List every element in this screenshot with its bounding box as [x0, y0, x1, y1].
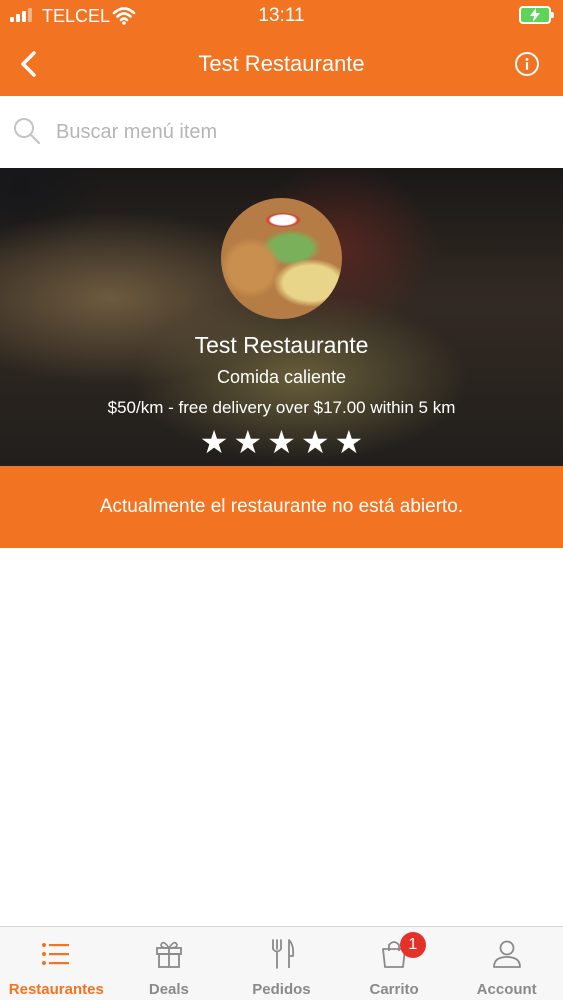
tab-label: Carrito: [369, 981, 419, 998]
status-bar: TELCEL 13:11: [0, 0, 563, 32]
tab-account[interactable]: Account: [450, 927, 563, 1000]
battery-icon: [519, 6, 554, 24]
star-icon: ★: [300, 423, 330, 461]
restaurant-category: Comida caliente: [216, 367, 347, 387]
restaurant-hero: Test Restaurante Comida caliente $50/km …: [0, 168, 563, 466]
star-icon: ★: [233, 423, 263, 461]
tab-label: Deals: [148, 981, 189, 998]
tab-restaurantes[interactable]: Restaurantes: [0, 927, 113, 1000]
star-icon: ★: [199, 423, 229, 461]
star-icon: ★: [267, 423, 296, 461]
page-title: Test Restaurante: [198, 51, 365, 76]
search-bar: [0, 96, 563, 168]
tab-label: Restaurantes: [8, 981, 104, 998]
info-button[interactable]: [515, 52, 539, 76]
search-icon: [14, 118, 41, 145]
closed-notice: Actualmente el restaurante no está abier…: [0, 466, 563, 548]
search-input[interactable]: [56, 116, 536, 148]
tab-label: Pedidos: [252, 981, 311, 998]
tab-deals[interactable]: Deals: [113, 927, 226, 1000]
user-icon: [492, 940, 521, 968]
restaurant-name: Test Restaurante: [194, 332, 369, 358]
tab-bar: Restaurantes Deals Pedidos Carrito 1 Acc…: [0, 926, 563, 1000]
restaurant-logo: [221, 198, 342, 319]
list-icon: [42, 943, 70, 965]
tab-carrito[interactable]: Carrito 1: [338, 927, 451, 1000]
navigation-bar: Test Restaurante: [0, 32, 563, 96]
info-icon: [525, 58, 529, 70]
rating-stars: ★ ★ ★ ★ ★: [0, 426, 563, 458]
fork-knife-icon: [272, 939, 295, 969]
star-icon: ★: [334, 423, 364, 461]
clock: 13:11: [258, 5, 305, 26]
delivery-info: $50/km - free delivery over $17.00 withi…: [107, 398, 456, 417]
gift-icon: [155, 941, 182, 968]
tab-label: Account: [476, 981, 537, 998]
tab-pedidos[interactable]: Pedidos: [225, 927, 338, 1000]
cart-count-badge: 1: [399, 932, 426, 958]
